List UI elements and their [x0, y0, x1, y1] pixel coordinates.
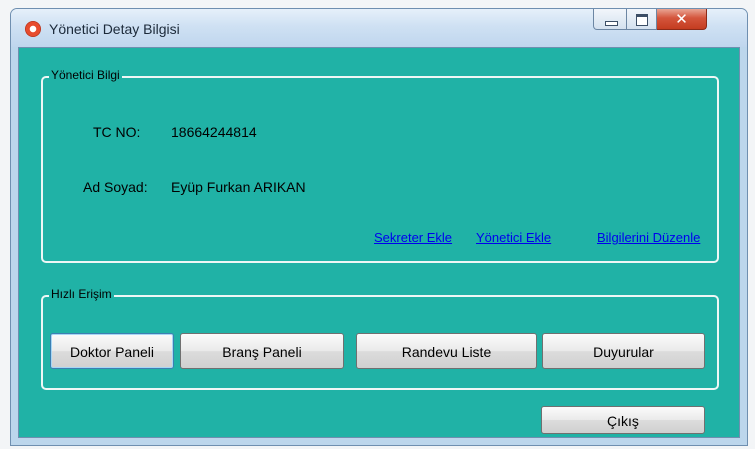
window-controls: ✕ — [593, 9, 741, 30]
close-button[interactable]: ✕ — [657, 9, 707, 30]
full-name-label: Ad Soyad: — [83, 179, 148, 195]
doctor-panel-button[interactable]: Doktor Paneli — [50, 333, 174, 369]
app-window: Yönetici Detay Bilgisi ✕ Yönetici Bilgi … — [10, 8, 748, 446]
minimize-button[interactable] — [593, 9, 627, 30]
admin-info-group: Yönetici Bilgi TC NO: 18664244814 Ad Soy… — [41, 68, 719, 263]
full-name-value: Eyüp Furkan ARIKAN — [171, 179, 306, 195]
form-client-area: Yönetici Bilgi TC NO: 18664244814 Ad Soy… — [18, 47, 740, 438]
app-icon[interactable] — [25, 21, 41, 37]
announcements-button[interactable]: Duyurular — [542, 333, 705, 369]
close-icon: ✕ — [675, 10, 688, 28]
title-bar[interactable]: Yönetici Detay Bilgisi ✕ — [11, 9, 747, 47]
quick-access-group: Hızlı Erişim Doktor Paneli Branş Paneli … — [41, 287, 719, 390]
exit-button[interactable]: Çıkış — [541, 406, 705, 434]
window-title: Yönetici Detay Bilgisi — [49, 21, 180, 37]
edit-info-link[interactable]: Bilgilerini Düzenle — [597, 230, 700, 245]
maximize-icon — [636, 14, 648, 26]
quick-access-group-title: Hızlı Erişim — [49, 287, 114, 301]
admin-info-group-title: Yönetici Bilgi — [49, 68, 122, 82]
add-secretary-link[interactable]: Sekreter Ekle — [374, 230, 452, 245]
minimize-icon — [605, 21, 618, 26]
branch-panel-button[interactable]: Branş Paneli — [180, 333, 344, 369]
tc-no-label: TC NO: — [93, 124, 141, 140]
tc-no-value: 18664244814 — [171, 124, 257, 140]
maximize-button[interactable] — [627, 9, 657, 30]
appointment-list-button[interactable]: Randevu Liste — [356, 333, 537, 369]
add-admin-link[interactable]: Yönetici Ekle — [476, 230, 551, 245]
